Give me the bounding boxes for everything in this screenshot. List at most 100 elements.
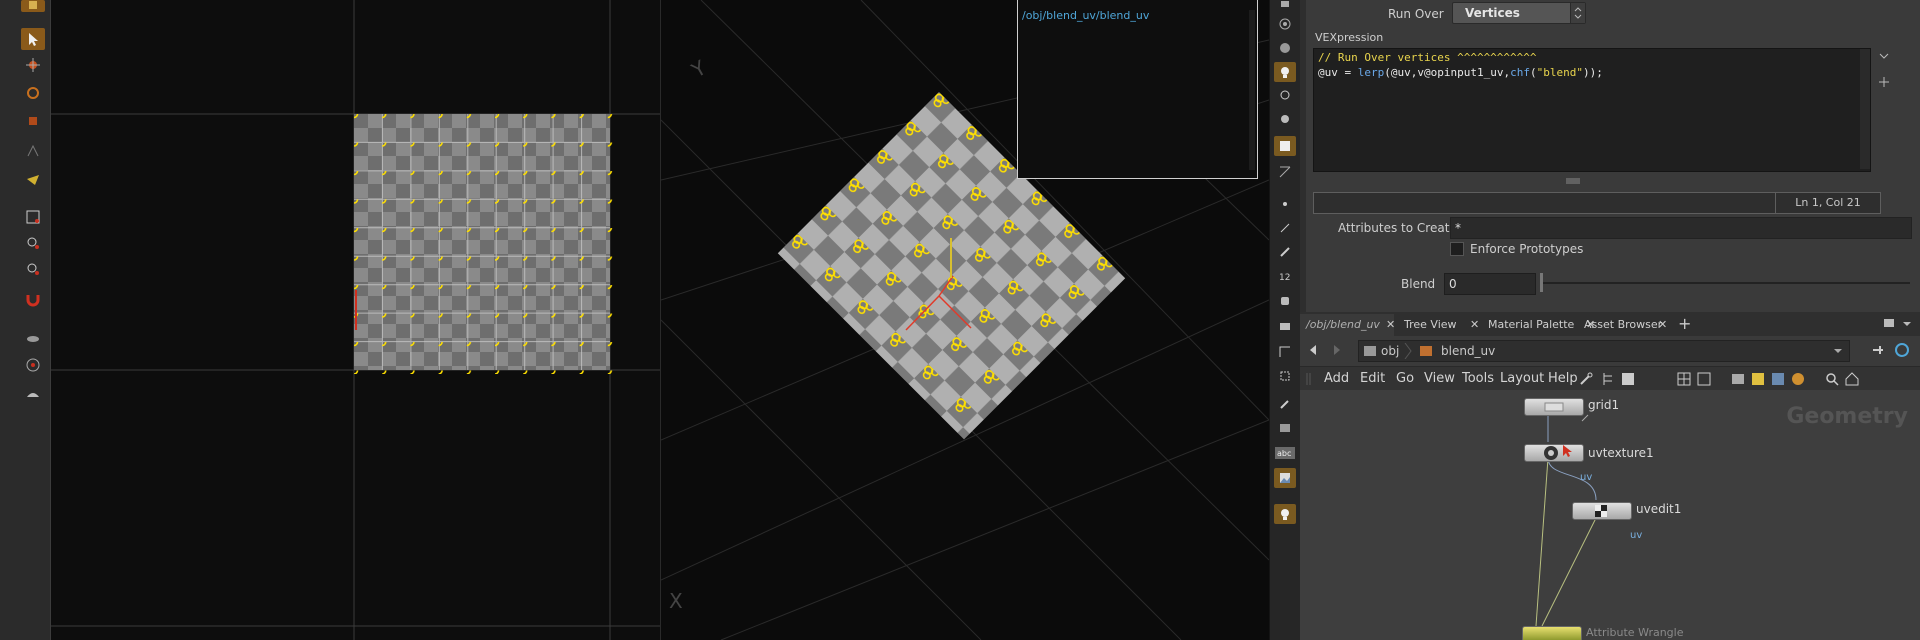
tab-close-icon[interactable]: ✕	[1658, 318, 1667, 331]
grid-view-icon[interactable]	[1676, 371, 1692, 387]
network-box-icon[interactable]	[1730, 371, 1746, 387]
ghost-icon[interactable]	[1274, 38, 1296, 58]
tree-layout-icon[interactable]	[1600, 371, 1616, 387]
menu-go[interactable]: Go	[1396, 371, 1414, 386]
texture-display-icon[interactable]	[1274, 136, 1296, 156]
link-icon[interactable]	[1894, 342, 1910, 358]
search-icon[interactable]	[1824, 371, 1840, 387]
pick-icon[interactable]	[1274, 394, 1296, 414]
tab-close-icon[interactable]: ✕	[1386, 318, 1395, 331]
attributes-to-create-value: *	[1455, 221, 1461, 235]
tab-close-icon[interactable]: ✕	[1470, 318, 1479, 331]
abc-icon[interactable]: abc	[1274, 446, 1296, 460]
wrench-icon[interactable]	[1578, 371, 1594, 387]
path-dropdown-icon[interactable]	[1833, 346, 1843, 356]
pose-tool-icon[interactable]	[21, 140, 45, 162]
pane-maximize-icon[interactable]	[1884, 318, 1894, 328]
menu-add[interactable]: Add	[1324, 371, 1349, 386]
sticky-note-icon[interactable]	[1750, 371, 1766, 387]
tab-tree-view-label: Tree View	[1404, 318, 1457, 331]
snap-grid-icon[interactable]	[21, 206, 45, 228]
node-uvedit1[interactable]	[1572, 502, 1632, 520]
info-scrollbar[interactable]	[1249, 10, 1255, 170]
point-normal-icon[interactable]	[1274, 218, 1296, 238]
node-attribute-wrangle[interactable]	[1522, 626, 1582, 640]
uv-border-icon[interactable]	[1274, 342, 1296, 362]
parameter-pane: Run Over Vertices VEXpression // Run Ove…	[1300, 0, 1920, 312]
cursor-arrow-icon	[1562, 444, 1576, 458]
back-arrow-icon[interactable]	[1306, 342, 1322, 358]
tab-network[interactable]: /obj/blend_uv	[1300, 314, 1394, 336]
render-icon[interactable]	[21, 384, 45, 406]
sticky-grid-icon[interactable]	[1696, 371, 1712, 387]
shelf-top-icon[interactable]	[1274, 0, 1296, 10]
code-token-args: (@uv,v@opinput1_uv,	[1384, 66, 1511, 79]
add-tab-icon[interactable]: +	[1678, 314, 1691, 333]
lock-view-icon[interactable]	[1274, 14, 1296, 34]
wire-display-icon[interactable]	[1274, 162, 1296, 182]
menu-help[interactable]: Help	[1548, 371, 1578, 386]
blend-slider-handle[interactable]	[1540, 273, 1543, 292]
pin-icon[interactable]	[1870, 342, 1886, 358]
bounding-box-icon[interactable]	[1274, 366, 1296, 386]
code-scrollbar[interactable]	[1860, 49, 1870, 169]
uv-viewport[interactable]	[50, 0, 662, 640]
svg-text:X: X	[669, 589, 683, 613]
image-icon[interactable]	[1770, 371, 1786, 387]
snap-prim-icon[interactable]	[21, 232, 45, 254]
move-tool-icon[interactable]	[21, 54, 45, 76]
point-display-icon[interactable]	[1274, 194, 1296, 214]
network-path-field[interactable]: obj blend_uv	[1358, 340, 1850, 362]
select-tool-icon[interactable]	[21, 28, 45, 50]
camera-icon[interactable]	[21, 354, 45, 376]
tab-material-palette[interactable]: Material Palette	[1482, 314, 1588, 336]
svg-text:Y: Y	[687, 55, 711, 83]
blend-value-field[interactable]: 0	[1444, 273, 1536, 295]
forward-arrow-icon[interactable]	[1328, 342, 1344, 358]
param-left-border	[1300, 0, 1306, 312]
handle-tool-icon[interactable]	[21, 0, 45, 12]
rotate-tool-icon[interactable]	[21, 82, 45, 104]
brush-icon[interactable]	[1274, 242, 1296, 262]
image-plane-icon[interactable]	[1274, 418, 1296, 438]
menu-tools[interactable]: Tools	[1462, 371, 1494, 386]
home-icon[interactable]	[1844, 371, 1860, 387]
tab-asset-browser[interactable]: Asset Browser	[1578, 314, 1666, 336]
resize-handle-icon[interactable]	[1566, 173, 1580, 184]
enforce-prototypes-checkbox[interactable]	[1450, 242, 1464, 256]
snap-point-icon[interactable]	[21, 258, 45, 280]
network-editor-canvas[interactable]: Geometry grid1 uvtexture1 uv uvedit1 uv …	[1300, 390, 1920, 640]
palette-icon[interactable]	[1790, 371, 1806, 387]
prim-display-icon[interactable]	[1274, 316, 1296, 336]
vex-code-editor[interactable]: // Run Over vertices ^^^^^^^^^^^^ @uv = …	[1313, 48, 1871, 172]
pane-menu-icon[interactable]	[1902, 318, 1912, 328]
point-numbers-icon[interactable]: 12	[1274, 266, 1296, 286]
tab-tree-view[interactable]: Tree View	[1398, 314, 1474, 336]
menu-view[interactable]: View	[1424, 371, 1455, 386]
light-bulb-icon[interactable]	[1274, 62, 1296, 82]
view-tool-icon[interactable]	[21, 168, 45, 190]
lightbulb-bottom-icon[interactable]	[1274, 504, 1296, 524]
attributes-to-create-field[interactable]: *	[1450, 217, 1912, 239]
code-token-chf: chf	[1510, 66, 1530, 79]
list-layout-icon[interactable]	[1620, 371, 1636, 387]
right-shelf: 12 abc	[1269, 0, 1300, 640]
run-over-dropdown[interactable]: Vertices	[1452, 2, 1586, 24]
path-obj[interactable]: obj	[1381, 344, 1399, 358]
background-image-icon[interactable]	[1274, 468, 1296, 488]
headlight-icon[interactable]	[1274, 86, 1296, 106]
menu-layout[interactable]: Layout	[1500, 371, 1544, 386]
blend-slider-track[interactable]	[1540, 282, 1910, 284]
menu-edit[interactable]: Edit	[1360, 371, 1385, 386]
code-options-icon[interactable]	[1876, 74, 1892, 90]
node-grid1[interactable]	[1524, 398, 1584, 416]
shading-icon[interactable]	[1274, 110, 1296, 130]
path-current[interactable]: blend_uv	[1441, 344, 1495, 358]
code-menu-icon[interactable]	[1876, 48, 1892, 64]
scale-tool-icon[interactable]	[21, 110, 45, 132]
display-options-icon[interactable]	[21, 328, 45, 350]
magnet-icon[interactable]	[21, 288, 45, 310]
path-separator-icon	[1404, 343, 1412, 359]
hand-icon[interactable]	[1274, 290, 1296, 310]
svg-text:12: 12	[1279, 273, 1290, 283]
